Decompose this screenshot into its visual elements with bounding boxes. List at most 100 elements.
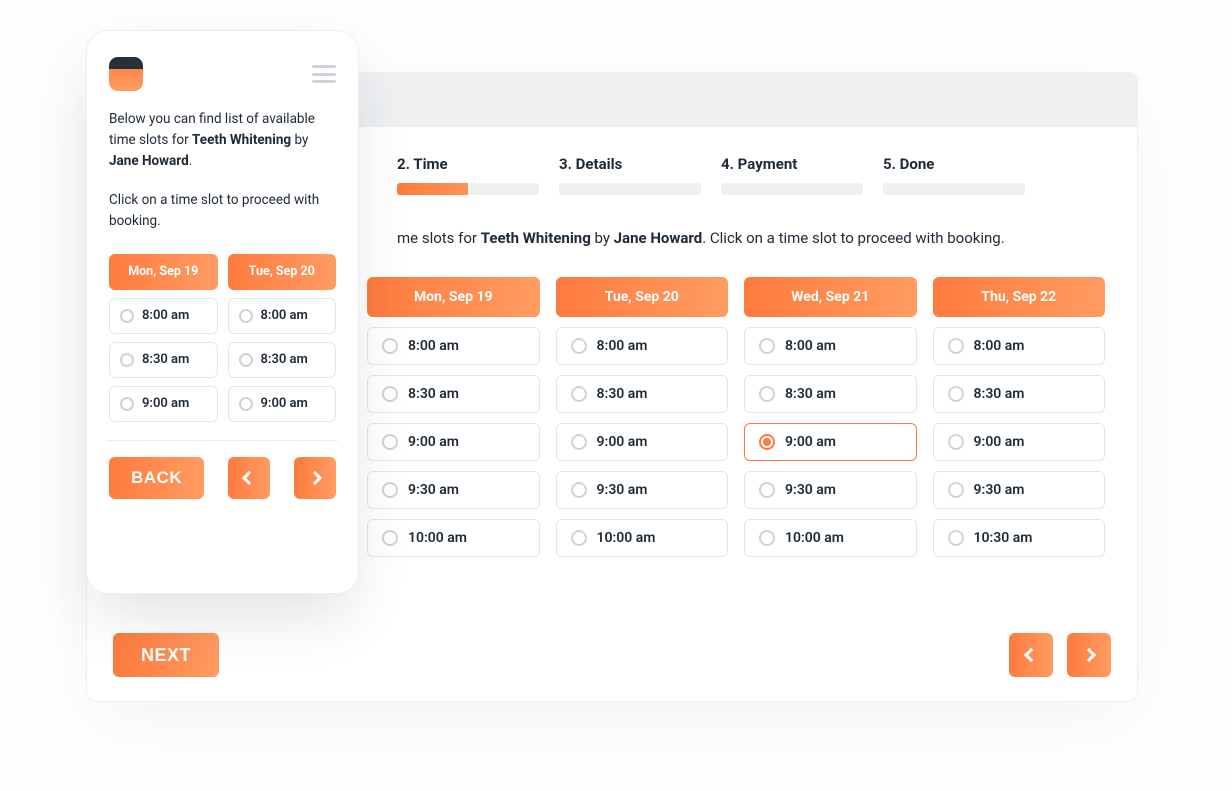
time-slot[interactable]: 8:00 am: [367, 327, 540, 365]
time-slot[interactable]: 9:30 am: [744, 471, 917, 509]
time-slot-label: 8:30 am: [408, 386, 459, 402]
time-slot-label: 10:00 am: [597, 530, 656, 546]
chevron-left-icon: [1024, 648, 1038, 662]
app-logo: [109, 57, 143, 91]
time-slot[interactable]: 8:30 am: [744, 375, 917, 413]
radio-icon: [759, 338, 775, 354]
day-header: Mon, Sep 19: [109, 254, 218, 290]
prev-week-button[interactable]: [1009, 633, 1053, 677]
time-slot[interactable]: 9:00 am: [556, 423, 729, 461]
time-slot[interactable]: 8:30 am: [933, 375, 1106, 413]
time-slot[interactable]: 9:00 am: [228, 386, 337, 422]
day-header: Tue, Sep 20: [228, 254, 337, 290]
step-bar: [559, 183, 701, 195]
time-slot[interactable]: 9:00 am: [109, 386, 218, 422]
time-slot[interactable]: 8:30 am: [556, 375, 729, 413]
time-slot[interactable]: 10:00 am: [367, 519, 540, 557]
chevron-right-icon: [1082, 648, 1096, 662]
step-bar: [397, 183, 539, 195]
mobile-instruction-2: Click on a time slot to proceed with boo…: [109, 190, 336, 232]
mobile-prev-button[interactable]: [228, 457, 270, 499]
chevron-left-icon: [242, 471, 256, 485]
time-slot-label: 9:00 am: [785, 434, 836, 450]
step-label: 4. Payment: [721, 155, 863, 173]
step-label: 5. Done: [883, 155, 1025, 173]
time-slot[interactable]: 9:30 am: [933, 471, 1106, 509]
time-slot-label: 9:30 am: [597, 482, 648, 498]
radio-icon: [382, 434, 398, 450]
step-bar: [883, 183, 1025, 195]
day-column: Mon, Sep 198:00 am8:30 am9:00 am9:30 am1…: [367, 277, 540, 557]
time-slot[interactable]: 8:00 am: [933, 327, 1106, 365]
step-label: 3. Details: [559, 155, 701, 173]
time-slot[interactable]: 8:00 am: [744, 327, 917, 365]
time-slot-label: 8:00 am: [261, 308, 308, 323]
mobile-instruction-1: Below you can find list of available tim…: [109, 109, 336, 172]
radio-icon: [571, 434, 587, 450]
radio-icon: [948, 386, 964, 402]
day-column: Tue, Sep 208:00 am8:30 am9:00 am9:30 am1…: [556, 277, 729, 557]
step: 4. Payment: [721, 155, 863, 195]
next-week-button[interactable]: [1067, 633, 1111, 677]
radio-icon: [382, 338, 398, 354]
radio-icon: [948, 482, 964, 498]
time-slot-label: 9:00 am: [142, 396, 189, 411]
time-slot[interactable]: 8:00 am: [228, 298, 337, 334]
menu-button[interactable]: [312, 65, 336, 83]
time-slot[interactable]: 8:30 am: [109, 342, 218, 378]
radio-icon: [382, 386, 398, 402]
radio-icon: [120, 397, 134, 411]
radio-icon: [239, 397, 253, 411]
radio-icon: [239, 353, 253, 367]
radio-icon: [759, 482, 775, 498]
step: 3. Details: [559, 155, 701, 195]
time-slot-label: 8:30 am: [597, 386, 648, 402]
time-slot[interactable]: 9:30 am: [556, 471, 729, 509]
time-slot-label: 9:00 am: [974, 434, 1025, 450]
time-slot[interactable]: 8:30 am: [228, 342, 337, 378]
mobile-time-slot-grid: Mon, Sep 198:00 am8:30 am9:00 amTue, Sep…: [109, 254, 336, 422]
time-slot-label: 8:30 am: [142, 352, 189, 367]
time-slot[interactable]: 8:00 am: [109, 298, 218, 334]
next-button[interactable]: NEXT: [113, 633, 219, 677]
time-slot[interactable]: 9:30 am: [367, 471, 540, 509]
day-column: Thu, Sep 22 8:00 am 8:30 am 9:00 am 9:30 am 1…: [933, 277, 1106, 557]
mobile-next-button[interactable]: [294, 457, 336, 499]
step-bar: [721, 183, 863, 195]
time-slot[interactable]: 9:00 am: [933, 423, 1106, 461]
time-slot[interactable]: 9:00 am: [367, 423, 540, 461]
time-slot[interactable]: 10:30 am: [933, 519, 1106, 557]
radio-icon: [382, 530, 398, 546]
time-slot-label: 9:30 am: [974, 482, 1025, 498]
mobile-panel: Below you can find list of available tim…: [86, 30, 359, 594]
day-header: Thu, Sep 22: [933, 277, 1106, 317]
time-slot-label: 8:00 am: [974, 338, 1025, 354]
time-slot-label: 8:30 am: [785, 386, 836, 402]
hamburger-icon: [312, 65, 336, 68]
step: 2. Time: [397, 155, 539, 195]
radio-icon: [948, 434, 964, 450]
back-button[interactable]: BACK: [109, 457, 204, 499]
radio-icon: [759, 434, 775, 450]
time-slot-label: 10:00 am: [408, 530, 467, 546]
time-slot[interactable]: 10:00 am: [556, 519, 729, 557]
time-slot-label: 8:00 am: [408, 338, 459, 354]
time-slot-label: 8:00 am: [142, 308, 189, 323]
day-column: Mon, Sep 19 8:00 am 8:30 am 9:00 am: [109, 254, 218, 422]
radio-icon: [948, 530, 964, 546]
radio-icon: [571, 338, 587, 354]
time-slot-label: 9:30 am: [408, 482, 459, 498]
time-slot-label: 8:30 am: [261, 352, 308, 367]
time-slot[interactable]: 8:00 am: [556, 327, 729, 365]
time-slot[interactable]: 10:00 am: [744, 519, 917, 557]
radio-icon: [382, 482, 398, 498]
time-slot-label: 9:00 am: [261, 396, 308, 411]
day-column: Tue, Sep 20 8:00 am 8:30 am 9:00 am: [228, 254, 337, 422]
radio-icon: [571, 386, 587, 402]
time-slot[interactable]: 8:30 am: [367, 375, 540, 413]
time-slot-label: 9:00 am: [408, 434, 459, 450]
time-slot[interactable]: 9:00 am: [744, 423, 917, 461]
step: 5. Done: [883, 155, 1025, 195]
time-slot-label: 9:00 am: [597, 434, 648, 450]
radio-icon: [571, 482, 587, 498]
